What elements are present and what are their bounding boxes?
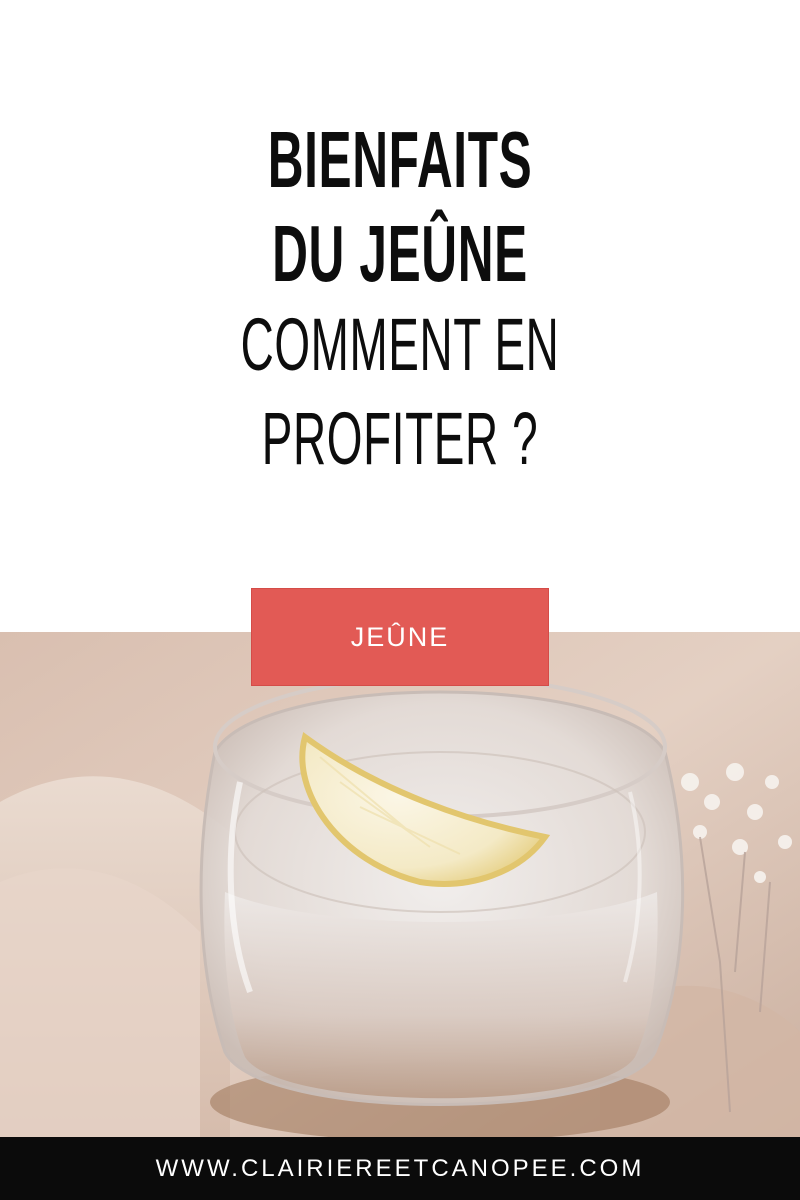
category-badge[interactable]: JEÛNE — [251, 588, 549, 686]
title-line-2: DU JEÛNE — [272, 209, 528, 298]
title-line-4: PROFITER ? — [261, 397, 539, 480]
title-line-3: COMMENT EN — [240, 303, 560, 386]
article-title: BIENFAITS DU JEÛNE COMMENT EN PROFITER ? — [0, 120, 800, 496]
website-footer[interactable]: WWW.CLAIRIEREETCANOPEE.COM — [0, 1137, 800, 1200]
title-line-1: BIENFAITS — [267, 115, 533, 204]
lemon-water-photo — [0, 632, 800, 1137]
